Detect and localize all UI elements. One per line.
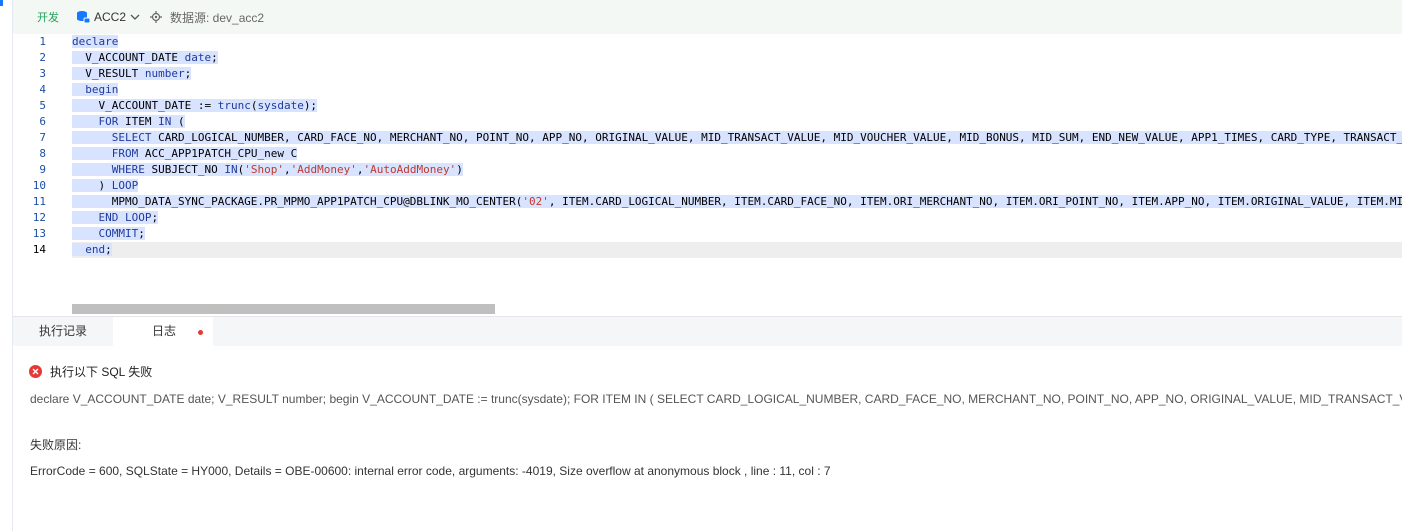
code-text: SELECT CARD_LOGICAL_NUMBER, CARD_FACE_NO… xyxy=(72,130,1402,146)
line-number: 11 xyxy=(32,195,46,208)
line-number: 14 xyxy=(32,243,46,256)
selected-code: END LOOP; xyxy=(72,211,159,224)
line-number: 1 xyxy=(39,35,46,48)
line-number: 13 xyxy=(32,227,46,240)
code-text: FROM ACC_APP1PATCH_CPU_new C xyxy=(72,146,1402,162)
failure-reason-text: ErrorCode = 600, SQLState = HY000, Detai… xyxy=(30,464,831,478)
code-line: 4 begin xyxy=(13,82,1402,98)
chevron-down-icon[interactable] xyxy=(130,12,140,22)
code-line: 7 SELECT CARD_LOGICAL_NUMBER, CARD_FACE_… xyxy=(13,130,1402,146)
code-text: V_ACCOUNT_DATE := trunc(sysdate); xyxy=(72,98,1402,114)
selected-code: end; xyxy=(72,243,112,256)
code-text: end; xyxy=(72,242,1402,258)
editor-toolbar: 开发 ACC2 数据源: dev_acc2 xyxy=(13,0,1402,35)
line-number: 9 xyxy=(39,163,46,176)
selected-code: V_RESULT number; xyxy=(72,67,192,80)
code-line: 13 COMMIT; xyxy=(13,226,1402,242)
code-text: declare xyxy=(72,34,1402,50)
selected-code: V_ACCOUNT_DATE := trunc(sysdate); xyxy=(72,99,318,112)
failed-sql-text: declare V_ACCOUNT_DATE date; V_RESULT nu… xyxy=(30,392,1402,406)
code-text: ) LOOP xyxy=(72,178,1402,194)
code-line: 10 ) LOOP xyxy=(13,178,1402,194)
code-line: 9 WHERE SUBJECT_NO IN('Shop','AddMoney',… xyxy=(13,162,1402,178)
line-number: 6 xyxy=(39,115,46,128)
line-number: 7 xyxy=(39,131,46,144)
selected-code: begin xyxy=(72,83,119,96)
code-line: 1 declare xyxy=(13,34,1402,50)
code-text: FOR ITEM IN ( xyxy=(72,114,1402,130)
tab-log[interactable]: 日志 xyxy=(113,317,213,347)
code-line: 6 FOR ITEM IN ( xyxy=(13,114,1402,130)
code-text: begin xyxy=(72,82,1402,98)
line-number: 8 xyxy=(39,147,46,160)
error-title: 执行以下 SQL 失败 xyxy=(50,365,153,379)
line-number: 12 xyxy=(32,211,46,224)
code-line: 12 END LOOP; xyxy=(13,210,1402,226)
code-line: 5 V_ACCOUNT_DATE := trunc(sysdate); xyxy=(13,98,1402,114)
result-tabs: 执行记录 日志 xyxy=(13,316,1402,347)
tab-execution-record[interactable]: 执行记录 xyxy=(39,317,87,346)
database-selector[interactable]: ACC2 xyxy=(94,10,126,24)
code-line: 2 V_ACCOUNT_DATE date; xyxy=(13,50,1402,66)
horizontal-scrollbar[interactable] xyxy=(72,304,495,314)
tab-log-label: 日志 xyxy=(152,324,177,338)
line-number: 3 xyxy=(39,67,46,80)
line-number: 4 xyxy=(39,83,46,96)
code-text: END LOOP; xyxy=(72,210,1402,226)
code-text: MPMO_DATA_SYNC_PACKAGE.PR_MPMO_APP1PATCH… xyxy=(72,194,1402,210)
code-line: 8 FROM ACC_APP1PATCH_CPU_new C xyxy=(13,146,1402,162)
code-text: V_RESULT number; xyxy=(72,66,1402,82)
selected-code: WHERE SUBJECT_NO IN('Shop','AddMoney','A… xyxy=(72,163,463,176)
selected-code: declare xyxy=(72,35,119,48)
code-text: WHERE SUBJECT_NO IN('Shop','AddMoney','A… xyxy=(72,162,1402,178)
selected-code: V_ACCOUNT_DATE date; xyxy=(72,51,218,64)
selected-code: ) LOOP xyxy=(72,179,139,192)
code-line: 14 end; xyxy=(13,242,1402,258)
unread-dot-icon xyxy=(198,330,203,335)
code-text: V_ACCOUNT_DATE date; xyxy=(72,50,1402,66)
line-number: 10 xyxy=(32,179,46,192)
selected-code: MPMO_DATA_SYNC_PACKAGE.PR_MPMO_APP1PATCH… xyxy=(72,195,1402,208)
window-accent xyxy=(0,0,3,6)
code-text: COMMIT; xyxy=(72,226,1402,242)
line-number: 2 xyxy=(39,51,46,64)
database-icon xyxy=(76,10,90,24)
log-panel: 执行以下 SQL 失败 declare V_ACCOUNT_DATE date;… xyxy=(13,346,1402,531)
datasource-label: 数据源: dev_acc2 xyxy=(170,10,265,25)
error-icon xyxy=(29,365,42,378)
error-title-row: 执行以下 SQL 失败 xyxy=(29,363,152,380)
selected-code: FOR ITEM IN ( xyxy=(72,115,185,128)
selected-code: SELECT CARD_LOGICAL_NUMBER, CARD_FACE_NO… xyxy=(72,131,1402,144)
datasource-icon xyxy=(150,11,163,23)
failure-reason-label: 失败原因: xyxy=(30,438,82,452)
environment-badge[interactable]: 开发 xyxy=(37,9,59,25)
selected-code: COMMIT; xyxy=(72,227,145,240)
sql-editor[interactable]: 1 declare 2 V_ACCOUNT_DATE date; 3 V_RESULT… xyxy=(13,34,1402,314)
selected-code: FROM ACC_APP1PATCH_CPU_new C xyxy=(72,147,298,160)
code-line: 11 MPMO_DATA_SYNC_PACKAGE.PR_MPMO_APP1PA… xyxy=(13,194,1402,210)
line-number: 5 xyxy=(39,99,46,112)
code-line: 3 V_RESULT number; xyxy=(13,66,1402,82)
